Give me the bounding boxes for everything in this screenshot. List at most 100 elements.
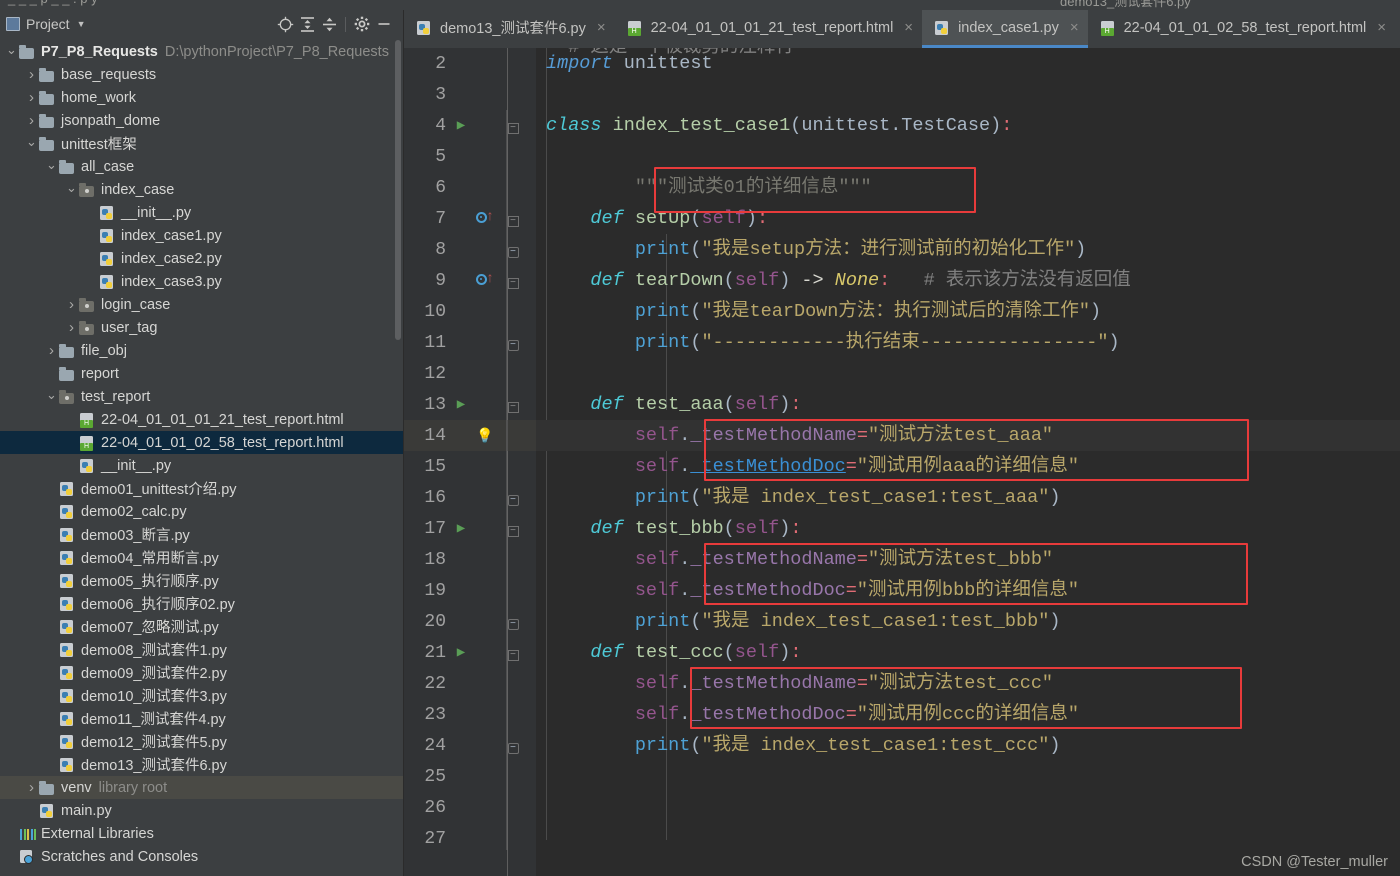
tree-item-scratches-and-consoles[interactable]: · Scratches and Consoles [0,845,403,868]
tree-item-demo09_测试套件2.py[interactable]: · demo09_测试套件2.py [0,661,403,684]
tree-item-index_case3.py[interactable]: · index_case3.py [0,270,403,293]
gutter-row-3[interactable]: 3 [404,79,536,110]
tree-item-demo13_测试套件6.py[interactable]: · demo13_测试套件6.py [0,753,403,776]
overriding-method-icon[interactable]: ↑ [472,210,498,228]
expand-all-icon[interactable] [296,13,318,35]
tree-item-external-libraries[interactable]: · External Libraries [0,822,403,845]
gutter-row-4[interactable]: 4 ▶ − [404,110,536,141]
gutter-row-27[interactable]: 27 [404,823,536,854]
gutter-row-5[interactable]: 5 [404,141,536,172]
chevron-right-icon[interactable]: › [44,343,59,358]
gutter-row-10[interactable]: 10 [404,296,536,327]
tree-item-index_case1.py[interactable]: · index_case1.py [0,224,403,247]
tree-item-base_requests[interactable]: › base_requests [0,63,403,86]
tree-item-demo01_unittest介绍.py[interactable]: · demo01_unittest介绍.py [0,477,403,500]
chevron-down-icon[interactable]: ⌄ [24,135,39,148]
gutter-row-16[interactable]: 16 − [404,482,536,513]
tree-item-all_case[interactable]: ⌄ all_case [0,155,403,178]
chevron-right-icon[interactable]: › [64,297,79,312]
gutter-row-26[interactable]: 26 [404,792,536,823]
tree-item-demo06_执行顺序02.py[interactable]: · demo06_执行顺序02.py [0,592,403,615]
select-opened-file-icon[interactable] [274,13,296,35]
tree-item-main.py[interactable]: · main.py [0,799,403,822]
tree-item-demo08_测试套件1.py[interactable]: · demo08_测试套件1.py [0,638,403,661]
fold-end-icon[interactable]: − [498,241,528,259]
settings-gear-icon[interactable] [351,13,373,35]
gutter-row-23[interactable]: 23 [404,699,536,730]
editor-tab-22-04_01_01_02_58_test_report.html[interactable]: H 22-04_01_01_02_58_test_report.html × [1088,10,1395,48]
tree-item-p7_p8_requests[interactable]: ⌄ P7_P8_Requests D:\pythonProject\P7_P8_Re… [0,40,403,63]
tree-item-home_work[interactable]: › home_work [0,86,403,109]
gutter-row-24[interactable]: 24 − [404,730,536,761]
tree-item-unittest框架[interactable]: ⌄ unittest框架 [0,132,403,155]
tree-item-index_case[interactable]: ⌄ index_case [0,178,403,201]
gutter-row-8[interactable]: 8− [404,234,536,265]
tree-item-demo05_执行顺序.py[interactable]: · demo05_执行顺序.py [0,569,403,592]
hide-panel-icon[interactable] [373,13,395,35]
tree-item-login_case[interactable]: › login_case [0,293,403,316]
fold-end-icon[interactable]: − [498,334,528,352]
editor-tab-index_case1.py[interactable]: index_case1.py × [922,10,1088,48]
gutter-row-20[interactable]: 20 − [404,606,536,637]
tree-item-demo10_测试套件3.py[interactable]: · demo10_测试套件3.py [0,684,403,707]
tree-item-demo11_测试套件4.py[interactable]: · demo11_测试套件4.py [0,707,403,730]
project-scrollbar-thumb[interactable] [395,40,401,340]
gutter-row-2[interactable]: 2 [404,48,536,79]
gutter-row-21[interactable]: 21 ▶ − [404,637,536,668]
close-icon[interactable]: × [597,20,606,35]
tree-item-index_case2.py[interactable]: · index_case2.py [0,247,403,270]
close-icon[interactable]: × [1070,20,1079,35]
tree-item-demo04_常用断言.py[interactable]: · demo04_常用断言.py [0,546,403,569]
tree-item-22-04_01_01_02_58_test_report.html[interactable]: ·H 22-04_01_01_02_58_test_report.html [0,431,403,454]
gutter-row-18[interactable]: 18 [404,544,536,575]
tree-item-__init__.py[interactable]: · __init__.py [0,454,403,477]
gutter-row-17[interactable]: 17 ▶ − [404,513,536,544]
gutter-row-7[interactable]: 7 ↑ − [404,203,536,234]
fold-end-icon[interactable]: − [498,737,528,755]
tree-item-demo12_测试套件5.py[interactable]: · demo12_测试套件5.py [0,730,403,753]
fold-collapse-icon[interactable]: − [498,644,528,662]
chevron-down-icon[interactable]: ▼ [77,19,86,29]
editor-tab-22-04_01_01_01_21_test_report.html[interactable]: H 22-04_01_01_01_21_test_report.html × [615,10,922,48]
gutter-row-22[interactable]: 22 [404,668,536,699]
tree-item-test_report[interactable]: ⌄ test_report [0,385,403,408]
tree-item-venv[interactable]: › venv library root [0,776,403,799]
fold-collapse-icon[interactable]: − [498,396,528,414]
tree-item-file_obj[interactable]: › file_obj [0,339,403,362]
code-view[interactable]: # 这是一个被裁剪的注释行 import unittest class inde… [536,48,1400,876]
gutter-row-19[interactable]: 19 [404,575,536,606]
chevron-right-icon[interactable]: › [24,780,39,795]
overriding-method-icon[interactable]: ↑ [472,272,498,290]
tree-item-jsonpath_dome[interactable]: › jsonpath_dome [0,109,403,132]
chevron-down-icon[interactable]: ⌄ [4,43,19,56]
editor-gutter[interactable]: 2 3 4 ▶ −5 6 7 ↑ −8−9 ↑ −10 11−12 13 ▶ −14 💡 15 16−17 ▶ −18… [404,48,536,876]
run-test-icon[interactable]: ▶ [450,521,472,536]
editor-tab-bar[interactable]: demo13_测试套件6.py × H 22-04_01_01_01_21_test_… [404,10,1400,48]
gutter-row-25[interactable]: 25 [404,761,536,792]
project-scrollbar[interactable] [394,38,402,876]
project-file-tree[interactable]: ⌄ P7_P8_Requests D:\pythonProject\P7_P8_Re… [0,38,403,876]
chevron-right-icon[interactable]: › [24,67,39,82]
close-icon[interactable]: × [1377,20,1386,35]
tree-item-__init__.py[interactable]: · __init__.py [0,201,403,224]
tree-item-22-04_01_01_01_21_test_report.html[interactable]: ·H 22-04_01_01_01_21_test_report.html [0,408,403,431]
fold-collapse-icon[interactable]: − [498,272,528,290]
gutter-row-11[interactable]: 11 − [404,327,536,358]
tree-item-report[interactable]: · report [0,362,403,385]
chevron-down-icon[interactable]: ⌄ [44,158,59,171]
fold-end-icon[interactable]: − [498,489,528,507]
gutter-row-13[interactable]: 13 ▶ − [404,389,536,420]
fold-end-icon[interactable]: − [498,613,528,631]
run-test-icon[interactable]: ▶ [450,645,472,660]
chevron-down-icon[interactable]: ⌄ [64,181,79,194]
gutter-row-14[interactable]: 14 💡 [404,420,536,451]
fold-collapse-icon[interactable]: − [498,520,528,538]
run-test-icon[interactable]: ▶ [450,118,472,133]
gutter-row-9[interactable]: 9 ↑ − [404,265,536,296]
close-icon[interactable]: × [904,20,913,35]
gutter-row-12[interactable]: 12 [404,358,536,389]
chevron-right-icon[interactable]: › [24,90,39,105]
tree-item-demo07_忽略测试.py[interactable]: · demo07_忽略测试.py [0,615,403,638]
tree-item-demo03_断言.py[interactable]: · demo03_断言.py [0,523,403,546]
fold-collapse-icon[interactable]: − [498,210,528,228]
